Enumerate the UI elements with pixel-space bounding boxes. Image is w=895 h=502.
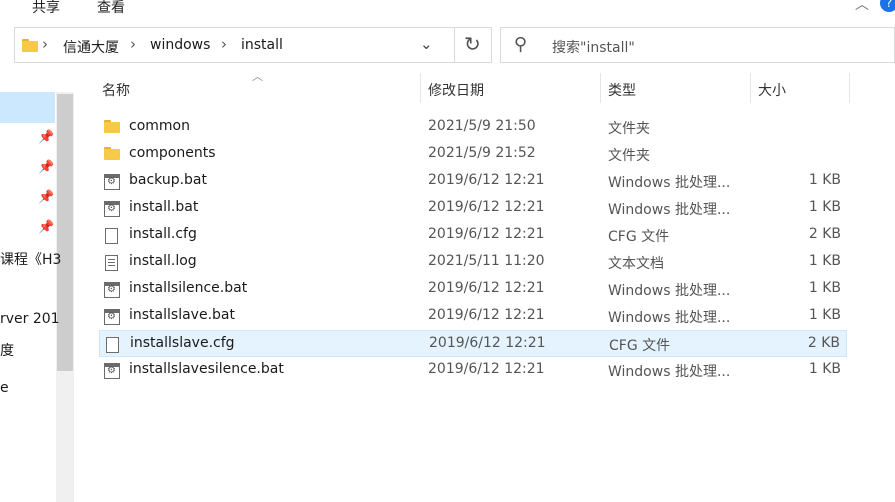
pin-icon[interactable]: 📌 — [38, 130, 54, 145]
menu-view[interactable]: 查看 — [97, 0, 125, 17]
file-type: 文本文档 — [608, 256, 664, 272]
text-file-icon — [104, 255, 118, 271]
file-modified-date: 2019/6/12 12:21 — [429, 335, 546, 351]
column-header-date[interactable]: 修改日期 — [428, 80, 484, 100]
file-type: 文件夹 — [608, 121, 650, 137]
batch-file-icon — [104, 363, 120, 379]
file-name: common — [129, 118, 190, 134]
nav-item[interactable]: rver 201 — [0, 311, 60, 327]
refresh-button[interactable]: ↻ — [454, 27, 492, 63]
file-modified-date: 2019/6/12 12:21 — [428, 226, 545, 242]
nav-item[interactable]: 课程《H3 — [0, 249, 61, 269]
file-name: installsilence.bat — [129, 280, 248, 296]
pin-icon[interactable]: 📌 — [38, 190, 54, 205]
file-modified-date: 2019/6/12 12:21 — [428, 199, 545, 215]
file-row[interactable]: install.bat 2019/6/12 12:21 Windows 批处理...… — [99, 195, 847, 222]
file-row[interactable]: common 2021/5/9 21:50 文件夹 — [99, 114, 847, 141]
help-icon[interactable]: ? — [880, 0, 895, 12]
nav-selected-item[interactable] — [0, 92, 55, 123]
breadcrumb-separator-icon[interactable]: › — [221, 35, 227, 53]
file-size: 1 KB — [808, 307, 841, 323]
folder-icon — [22, 39, 38, 52]
search-icon: ⚲ — [514, 34, 528, 55]
file-type: Windows 批处理... — [608, 364, 731, 380]
sort-ascending-icon: ︿ — [252, 70, 263, 83]
search-box[interactable]: ⚲ 搜索"install" — [500, 27, 895, 63]
column-divider[interactable] — [600, 73, 601, 103]
column-divider[interactable] — [750, 73, 751, 103]
file-row[interactable]: installsilence.bat 2019/6/12 12:21 Windows… — [99, 276, 847, 303]
file-name: installslave.cfg — [130, 335, 235, 351]
file-name: install.cfg — [129, 226, 197, 242]
column-header-type[interactable]: 类型 — [608, 80, 636, 100]
breadcrumb-item[interactable]: install — [241, 37, 283, 53]
file-row[interactable]: installslave.cfg 2019/6/12 12:21 CFG 文件 2 K… — [99, 330, 847, 357]
batch-file-icon — [104, 174, 120, 190]
file-name: install.bat — [129, 199, 199, 215]
file-modified-date: 2019/6/12 12:21 — [428, 280, 545, 296]
address-bar[interactable]: › 信通大厦 › windows › install ⌄ — [14, 27, 492, 63]
column-header-size[interactable]: 大小 — [758, 80, 786, 100]
file-modified-date: 2019/6/12 12:21 — [428, 361, 545, 377]
file-type: CFG 文件 — [608, 229, 670, 245]
column-divider[interactable] — [849, 73, 850, 103]
breadcrumb-separator-icon[interactable]: › — [42, 35, 48, 53]
file-modified-date: 2021/5/9 21:50 — [428, 118, 536, 134]
batch-file-icon — [104, 201, 120, 217]
folder-icon — [104, 147, 120, 160]
breadcrumb-item[interactable]: windows — [150, 37, 210, 53]
file-size: 2 KB — [807, 335, 840, 351]
file-type: Windows 批处理... — [608, 202, 731, 218]
file-modified-date: 2019/6/12 12:21 — [428, 307, 545, 323]
file-size: 1 KB — [808, 280, 841, 296]
breadcrumb-item[interactable]: 信通大厦 — [63, 37, 119, 57]
file-icon — [105, 337, 119, 353]
refresh-icon: ↻ — [464, 32, 481, 56]
file-icon — [104, 228, 118, 244]
address-dropdown-icon[interactable]: ⌄ — [420, 35, 433, 53]
column-divider[interactable] — [420, 73, 421, 103]
file-row[interactable]: installslavesilence.bat 2019/6/12 12:21 Wi… — [99, 357, 847, 384]
file-name: installslave.bat — [129, 307, 235, 323]
file-type: 文件夹 — [608, 148, 650, 164]
file-type: Windows 批处理... — [608, 175, 731, 191]
batch-file-icon — [104, 282, 120, 298]
file-modified-date: 2021/5/9 21:52 — [428, 145, 536, 161]
file-name: backup.bat — [129, 172, 208, 188]
file-row[interactable]: backup.bat 2019/6/12 12:21 Windows 批处理... 1… — [99, 168, 847, 195]
file-size: 2 KB — [808, 226, 841, 242]
pin-icon[interactable]: 📌 — [38, 160, 54, 175]
search-input[interactable]: 搜索"install" — [552, 37, 635, 57]
nav-item[interactable]: e — [0, 380, 9, 396]
batch-file-icon — [104, 309, 120, 325]
file-type: CFG 文件 — [609, 338, 671, 354]
file-modified-date: 2021/5/11 11:20 — [428, 253, 545, 269]
file-row[interactable]: install.log 2021/5/11 11:20 文本文档 1 KB — [99, 249, 847, 276]
nav-item[interactable]: 度 — [0, 340, 14, 360]
file-name: install.log — [129, 253, 197, 269]
file-row[interactable]: components 2021/5/9 21:52 文件夹 — [99, 141, 847, 168]
folder-icon — [104, 120, 120, 133]
column-header-name[interactable]: 名称 — [102, 80, 130, 100]
file-row[interactable]: installslave.bat 2019/6/12 12:21 Windows 批… — [99, 303, 847, 330]
file-name: components — [129, 145, 216, 161]
file-row[interactable]: install.cfg 2019/6/12 12:21 CFG 文件 2 KB — [99, 222, 847, 249]
ribbon-menu: 共享 查看 ︿ ? — [0, 0, 895, 18]
menu-share[interactable]: 共享 — [32, 0, 60, 17]
file-modified-date: 2019/6/12 12:21 — [428, 172, 545, 188]
ribbon-collapse-icon[interactable]: ︿ — [855, 0, 869, 14]
breadcrumb-separator-icon[interactable]: › — [130, 35, 136, 53]
file-type: Windows 批处理... — [608, 310, 731, 326]
file-size: 1 KB — [808, 361, 841, 377]
nav-scrollbar-thumb[interactable] — [57, 94, 73, 371]
file-name: installslavesilence.bat — [129, 361, 284, 377]
file-size: 1 KB — [808, 253, 841, 269]
file-type: Windows 批处理... — [608, 283, 731, 299]
pin-icon[interactable]: 📌 — [38, 220, 54, 235]
file-size: 1 KB — [808, 172, 841, 188]
navigation-pane: 📌 📌 📌 📌 课程《H3 rver 201 度 e — [0, 75, 76, 502]
file-size: 1 KB — [808, 199, 841, 215]
